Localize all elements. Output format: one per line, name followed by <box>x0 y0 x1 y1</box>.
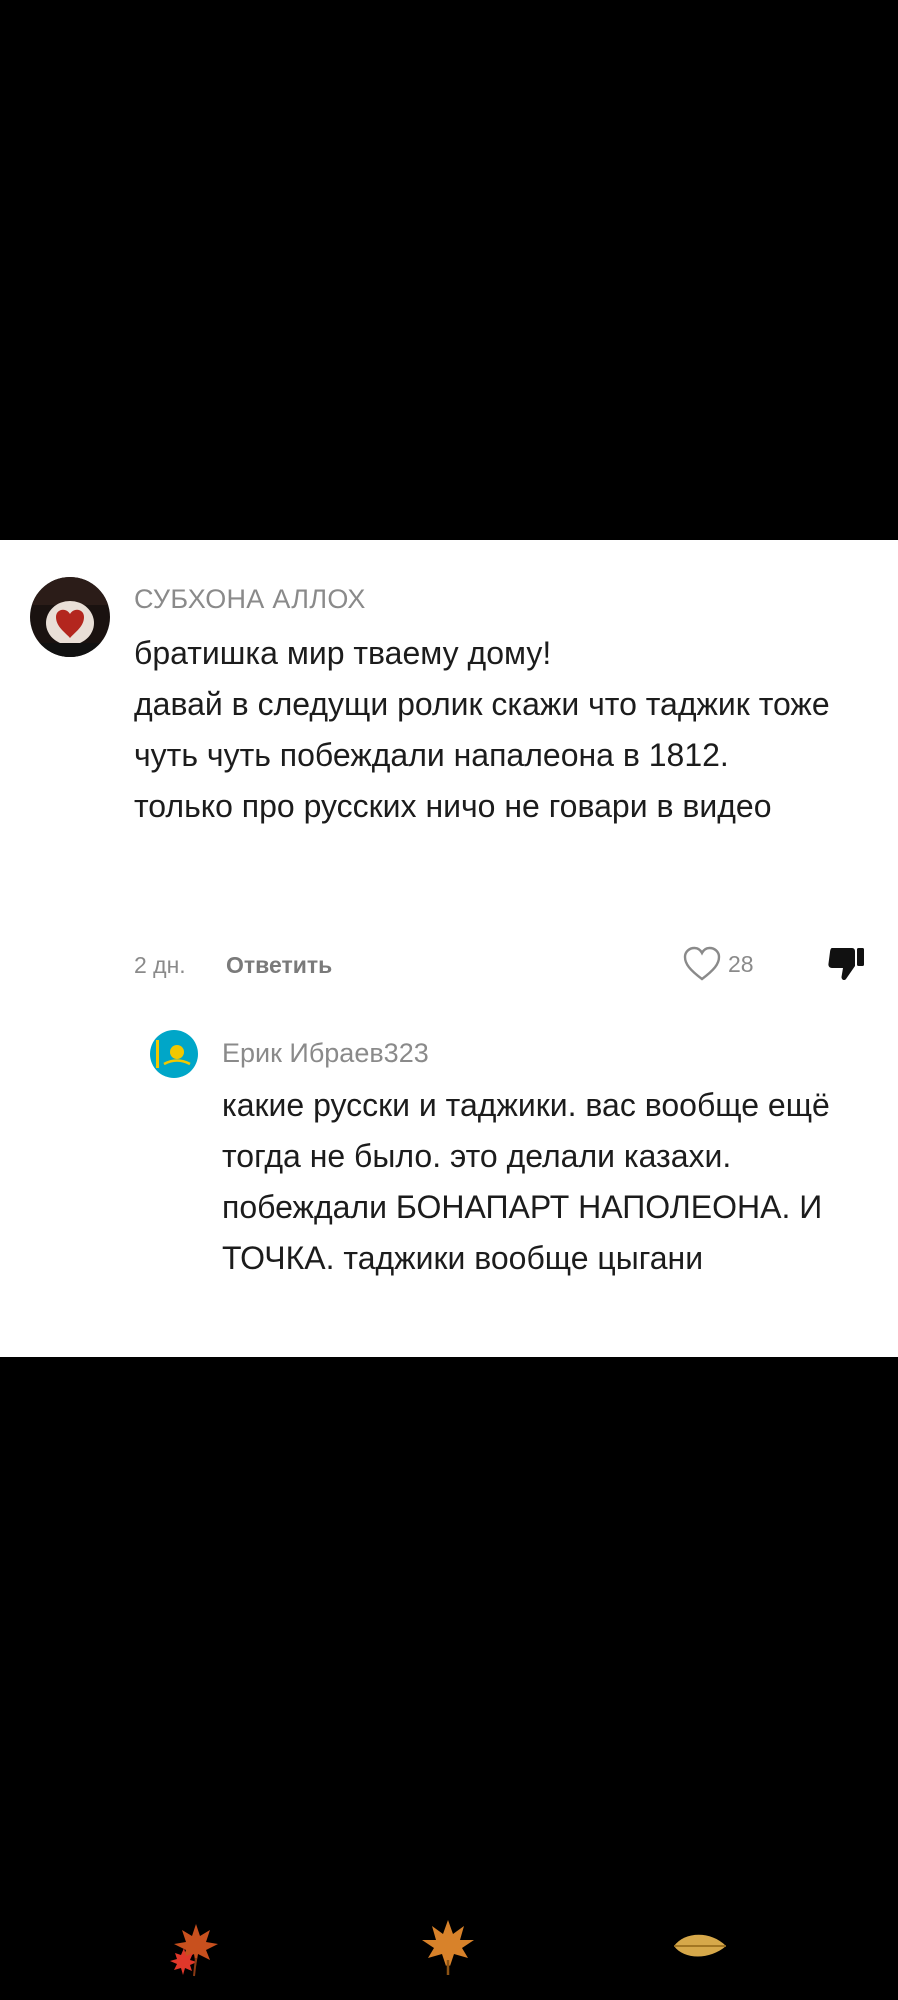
kazakhstan-flag-avatar-icon <box>150 1030 198 1078</box>
comment-card: СУБХОНА АЛЛОХ братишка мир тваему дому! … <box>0 540 898 1357</box>
like-button[interactable]: 28 <box>682 944 754 984</box>
reply-user-avatar[interactable] <box>150 1030 198 1078</box>
reply-text: какие русски и таджики. вас вообще ещё т… <box>222 1087 830 1276</box>
autumn-leaf-icon <box>670 1916 730 1976</box>
like-count: 28 <box>728 950 754 977</box>
heart-icon <box>683 946 721 981</box>
thumbs-down-icon <box>828 948 864 981</box>
maple-leaf-icon <box>418 1916 478 1976</box>
maple-leaves-icon <box>166 1918 226 1978</box>
comment-username[interactable]: СУБХОНА АЛЛОХ <box>134 584 366 615</box>
comment-time: 2 дн. <box>134 952 186 978</box>
user-avatar[interactable] <box>30 577 110 657</box>
dislike-button[interactable] <box>826 944 866 984</box>
comment-text: братишка мир тваему дому! давай в следущ… <box>134 635 830 824</box>
reply-button[interactable]: Ответить <box>226 952 332 979</box>
heart-seal-avatar-icon <box>30 577 110 657</box>
reply-username[interactable]: Ерик Ибраев323 <box>222 1038 429 1069</box>
